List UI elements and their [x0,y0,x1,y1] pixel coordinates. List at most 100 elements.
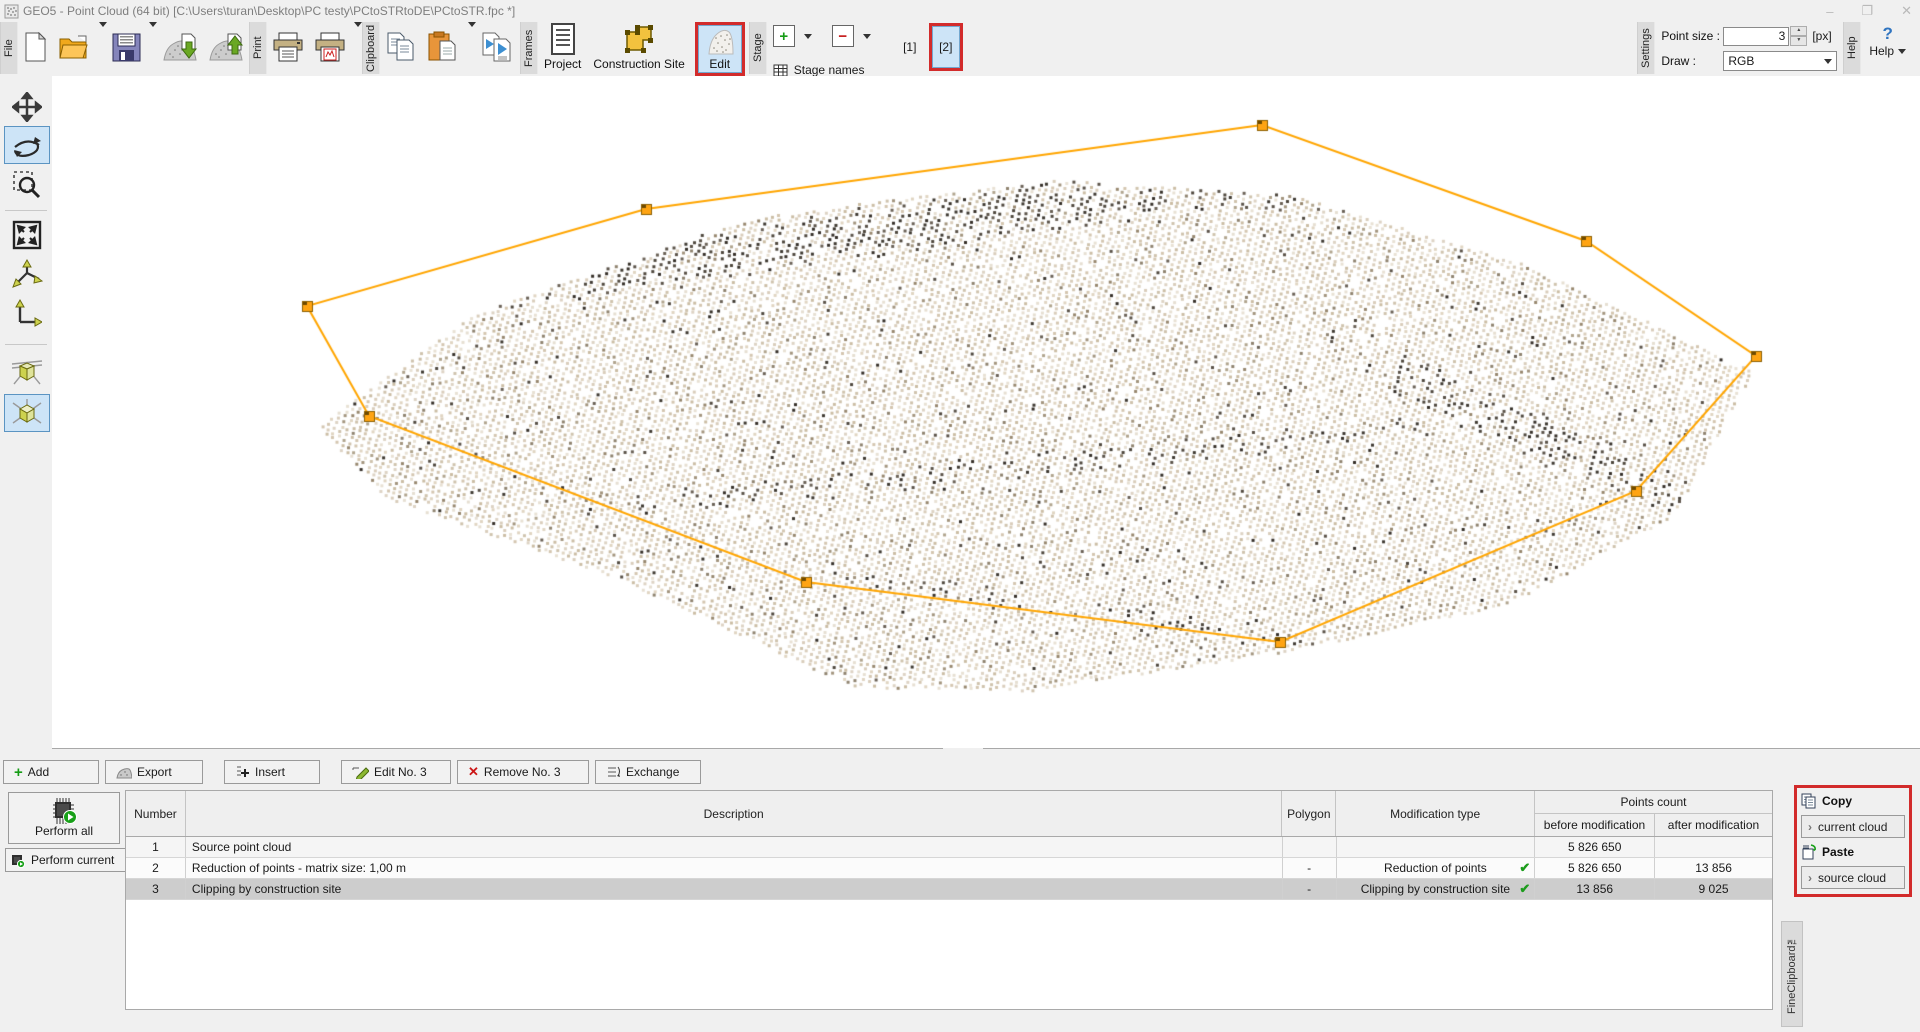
close-button[interactable]: ✕ [1901,3,1912,19]
export-cloud-icon [116,766,132,779]
print-preview-button[interactable] [309,22,351,72]
restore-button[interactable]: ❐ [1861,3,1873,19]
exchange-button[interactable]: Exchange [595,760,701,784]
stage-tab-2[interactable]: [2] [932,26,960,68]
add-stage-button[interactable]: + [773,25,795,47]
header-polygon[interactable]: Polygon [1282,791,1336,836]
add-modification-button[interactable]: + Add [3,760,99,784]
spinner-up-icon[interactable]: ▲ [1790,26,1807,36]
add-stage-dropdown-arrow[interactable] [804,34,812,39]
geo5-window: GEO5 - Point Cloud (64 bit) [C:\Users\tu… [0,0,1920,1032]
perform-all-button[interactable]: Perform all [8,792,120,844]
paste-frames-button[interactable] [476,22,520,72]
zoom-rect-tool-button[interactable] [4,166,50,204]
axonometric-icon [10,397,44,429]
help-dropdown-arrow[interactable] [1898,49,1906,54]
remove-no-button[interactable]: ✕ Remove No. 3 [457,760,589,784]
header-modification-type[interactable]: Modification type [1336,791,1535,836]
paste-button[interactable] [422,22,465,72]
export-button[interactable]: Export [105,760,203,784]
construction-site-label: Construction Site [593,57,684,71]
perspective-view-button[interactable] [4,352,50,390]
chevron-icon: › [1808,871,1812,885]
print-dropdown-arrow[interactable] [354,22,362,27]
save-icon [112,33,141,62]
open-file-button[interactable] [53,22,96,72]
rotate-tool-button[interactable] [4,126,50,164]
draw-combobox[interactable]: RGB [1723,51,1837,71]
edit-highlight-box: Edit [695,22,745,76]
perform-all-label: Perform all [35,824,93,838]
stage-tab-1[interactable]: [1] [897,25,923,69]
axonometry-axes-button[interactable] [4,256,50,294]
chevron-icon: › [1808,820,1812,834]
window-title: GEO5 - Point Cloud (64 bit) [C:\Users\tu… [23,4,515,18]
stage-tab-2-label: [2] [939,40,952,54]
paste-source-cloud-button[interactable]: › source cloud [1801,866,1905,889]
copy-button[interactable] [380,22,422,72]
row3-check-icon: ✔ [1519,881,1530,897]
draw-dropdown-arrow [1824,59,1832,64]
table-row-1[interactable]: 1 Source point cloud 5 826 650 [126,837,1772,858]
new-file-button[interactable] [18,22,53,72]
stage-tab-2-highlight-box: [2] [929,23,963,71]
fit-to-screen-button[interactable] [4,216,50,254]
save-dropdown-arrow[interactable] [149,22,157,27]
row3-modtype-text: Clipping by construction site [1361,882,1510,896]
open-folder-icon [58,33,91,61]
table-row-3-selected[interactable]: 3 Clipping by construction site - Clippi… [126,879,1772,900]
remove-stage-button[interactable]: − [832,25,854,47]
axonometric-view-button[interactable] [4,394,50,432]
header-description[interactable]: Description [186,791,1282,836]
construction-site-button[interactable]: Construction Site [587,22,690,74]
minimize-button[interactable]: – [1826,4,1833,19]
copy-current-cloud-button[interactable]: › current cloud [1801,815,1905,838]
header-number[interactable]: Number [126,791,186,836]
sidebar-divider [5,344,47,345]
row3-description: Clipping by construction site [186,879,1283,899]
remove-stage-dropdown-arrow[interactable] [863,34,871,39]
edit-no-button[interactable]: Edit No. 3 [341,760,451,784]
point-size-spinner[interactable]: ▲▼ [1790,26,1807,46]
row2-polygon: - [1283,858,1337,878]
front-view-axes-button[interactable] [4,294,50,332]
table-row-2[interactable]: 2 Reduction of points - matrix size: 1,0… [126,858,1772,879]
point-size-input[interactable]: 3 [1723,27,1789,46]
spinner-down-icon[interactable]: ▼ [1790,36,1807,46]
row1-after [1655,837,1772,857]
header-after-modification[interactable]: after modification [1655,814,1772,836]
axes-2d-icon [12,298,42,328]
project-button[interactable]: Project [538,22,587,74]
perform-current-icon [10,853,26,868]
export-pointcloud-button[interactable] [203,22,249,72]
viewport-canvas[interactable] [52,76,1920,748]
header-before-modification[interactable]: before modification [1535,814,1655,836]
fineclipboard-tab[interactable]: FineClipboard™ [1781,921,1803,1027]
insert-button[interactable]: Insert [224,760,320,784]
help-label-wrap: Help [1869,44,1906,58]
open-dropdown-arrow[interactable] [99,22,107,27]
perform-current-button[interactable]: Perform current [5,848,131,872]
row2-description: Reduction of points - matrix size: 1,00 … [186,858,1283,878]
edit-button[interactable]: Edit [698,25,742,73]
plus-icon: + [14,764,23,781]
insert-icon [235,765,250,779]
pan-tool-button[interactable] [4,88,50,126]
stage-names-button[interactable]: Stage names [773,63,871,77]
row1-number: 1 [126,837,186,857]
save-button[interactable] [107,22,146,72]
print-button[interactable] [267,22,309,72]
point-size-unit: [px] [1812,29,1831,43]
project-label: Project [544,57,581,71]
print-strip: Print [249,22,267,74]
modifications-panel: + Add Export Insert Edit No. 3 ✕ Remove … [0,749,1920,1032]
remove-no-label: Remove No. 3 [484,765,561,779]
import-pointcloud-button[interactable] [157,22,203,72]
paste-dropdown-arrow[interactable] [468,22,476,27]
file-menu-strip[interactable]: File [0,22,18,74]
row3-after: 9 025 [1655,879,1772,899]
row3-polygon: - [1283,879,1337,899]
zoom-rect-icon [12,170,42,200]
help-button[interactable]: ? Help [1861,22,1914,58]
draw-value: RGB [1728,54,1754,68]
